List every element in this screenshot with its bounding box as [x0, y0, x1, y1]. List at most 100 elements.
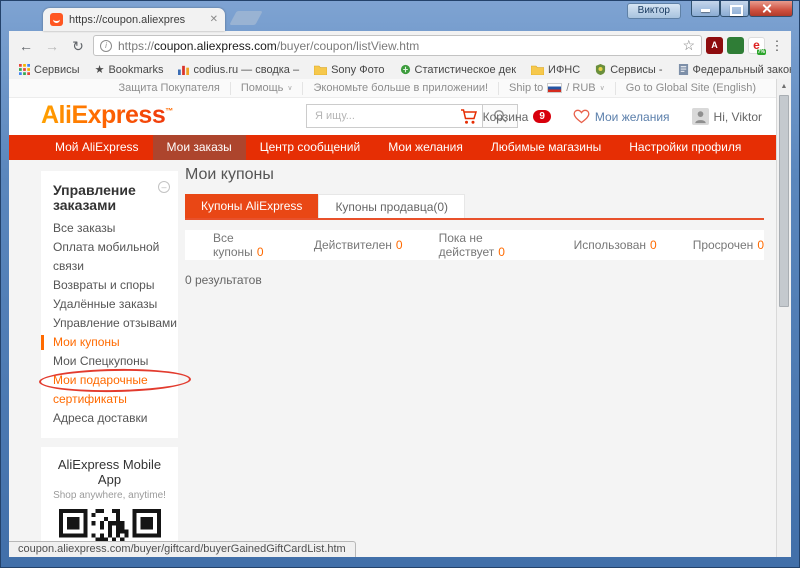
nav-my-aliexpress[interactable]: Мой AliExpress	[41, 135, 153, 160]
wishlist-link[interactable]: Мои желания	[573, 109, 670, 124]
bookmarks-bar: Сервисы ★ Bookmarks codius.ru — сводка –…	[9, 60, 791, 80]
search-input[interactable]	[306, 104, 482, 128]
new-tab-button[interactable]	[229, 11, 262, 25]
filter-label: Действителен	[314, 238, 392, 252]
filter-count: 0	[650, 238, 657, 252]
apps-grid-icon	[19, 64, 30, 75]
help-label: Помощь	[241, 82, 284, 95]
browser-tab[interactable]: https://coupon.aliexpres ✕	[43, 8, 225, 31]
adobe-extension-icon[interactable]: A	[706, 37, 723, 54]
filter-count: 0	[498, 245, 505, 259]
bookmark-label: Сервисы	[34, 64, 80, 76]
sidebar-item-deleted-orders[interactable]: Удалённые заказы	[41, 295, 178, 314]
extension-badge: 7%	[757, 49, 766, 55]
page-title: Мои купоны	[185, 166, 764, 184]
sidebar-item-refunds-disputes[interactable]: Возвраты и споры	[41, 276, 178, 295]
back-icon[interactable]: ←	[15, 36, 37, 56]
filter-valid[interactable]: Действителен 0	[314, 238, 403, 252]
nav-message-center[interactable]: Центр сообщений	[246, 135, 374, 160]
sidebar-item-mobile-topup[interactable]: Оплата мобильной связи	[41, 238, 178, 276]
cart-link[interactable]: Корзина 9	[460, 109, 551, 125]
browser-toolbar: ← → ↻ i https://coupon.aliexpress.com/bu…	[9, 31, 791, 60]
bookmark-federalny-zakon[interactable]: Федеральный закон	[678, 64, 792, 76]
sidebar: Управление заказами – Все заказы Оплата …	[41, 171, 178, 557]
tab-close-icon[interactable]: ✕	[210, 14, 218, 25]
scrollbar-up-icon[interactable]: ▲	[777, 79, 791, 94]
filter-count: 0	[257, 245, 264, 259]
bookmark-statistika[interactable]: Статистическое дек	[400, 64, 517, 76]
filter-expired[interactable]: Просрочен0	[693, 238, 764, 252]
sidebar-item-all-orders[interactable]: Все заказы	[41, 219, 178, 238]
results-count: 0 результатов	[185, 273, 764, 287]
url-host: coupon.aliexpress.com	[154, 39, 277, 53]
buyer-protection-link[interactable]: Защита Покупателя	[108, 82, 229, 95]
app-subtitle: Shop anywhere, anytime!	[47, 490, 172, 501]
bookmark-servisy[interactable]: Сервисы	[19, 64, 80, 76]
chrome-menu-icon[interactable]: ⋮	[769, 38, 785, 54]
scrollbar-thumb[interactable]	[779, 95, 789, 307]
bookmark-label: Сервисы -	[610, 64, 662, 76]
filter-label: Использован	[574, 238, 646, 252]
maximize-button[interactable]	[720, 1, 749, 17]
sidebar-item-shipping-address[interactable]: Адреса доставки	[41, 409, 178, 428]
header-right: Корзина 9 Мои желания Hi, Viktor	[460, 98, 762, 135]
cart-count-badge: 9	[533, 110, 551, 123]
bookmark-sony-foto[interactable]: Sony Фото	[314, 64, 384, 76]
filter-label: Просрочен	[693, 238, 754, 252]
bookmark-ifns[interactable]: ИФНС	[531, 64, 580, 76]
green-extension-icon[interactable]	[727, 37, 744, 54]
sidebar-item-gift-cards[interactable]: Мои подарочные сертификаты	[41, 371, 178, 409]
tab-seller-coupons[interactable]: Купоны продавца(0)	[318, 194, 465, 218]
avatar-icon	[692, 108, 709, 125]
bookmark-bookmarks[interactable]: ★ Bookmarks	[95, 63, 164, 76]
address-bar[interactable]: i https://coupon.aliexpress.com/buyer/co…	[93, 35, 702, 56]
chrome-profile-button[interactable]: Виктор	[627, 3, 681, 19]
sidebar-item-special-coupons[interactable]: Мои Спецкупоны	[41, 352, 178, 371]
discount-extension-icon[interactable]: e7%	[748, 37, 765, 54]
filter-not-yet-active[interactable]: Пока не действует0	[439, 231, 538, 259]
nav-favorite-stores[interactable]: Любимые магазины	[477, 135, 615, 160]
document-icon	[678, 64, 689, 75]
aliexpress-favicon-icon	[50, 13, 63, 26]
logo-tm: ™	[165, 107, 173, 116]
url-path: /buyer/coupon/listView.htm	[277, 39, 420, 53]
global-site-link[interactable]: Go to Global Site (English)	[615, 82, 766, 95]
collapse-icon[interactable]: –	[158, 181, 170, 193]
order-management-panel: Управление заказами – Все заказы Оплата …	[41, 171, 178, 438]
page-info-icon[interactable]: i	[100, 40, 112, 52]
filter-used[interactable]: Использован 0	[574, 238, 657, 252]
cart-label: Корзина	[483, 110, 529, 124]
account-menu[interactable]: Hi, Viktor	[692, 108, 762, 125]
logo-text: AliExpress	[41, 101, 165, 129]
forward-icon[interactable]: →	[41, 36, 63, 56]
site-body: Управление заказами – Все заказы Оплата …	[9, 160, 776, 557]
emblem-icon	[595, 64, 606, 75]
aliexpress-page: Защита Покупателя Помощь∨ Экономьте боль…	[9, 79, 776, 557]
browser-scrollbar[interactable]: ▲	[776, 79, 791, 557]
gift-cards-label: Мои подарочные сертификаты	[53, 373, 148, 406]
minimize-button[interactable]	[691, 1, 720, 17]
app-promo-link[interactable]: Экономьте больше в приложении!	[302, 82, 498, 95]
close-button[interactable]	[749, 1, 793, 17]
reload-icon[interactable]: ↻	[67, 36, 89, 56]
nav-wishlist[interactable]: Мои желания	[374, 135, 477, 160]
filter-count: 0	[396, 238, 403, 252]
bookmark-codius[interactable]: codius.ru — сводка –	[178, 64, 299, 76]
nav-my-orders[interactable]: Мои заказы	[153, 135, 246, 160]
aliexpress-logo[interactable]: AliExpress™	[41, 101, 173, 130]
filter-all-coupons[interactable]: Все купоны0	[213, 231, 278, 259]
sidebar-item-feedback[interactable]: Управление отзывами	[41, 314, 178, 333]
ship-to-label: Ship to	[509, 82, 543, 95]
cart-icon	[460, 109, 478, 125]
app-promo-label: Экономьте больше в приложении!	[313, 82, 488, 95]
tab-aliexpress-coupons[interactable]: Купоны AliExpress	[185, 194, 318, 218]
bookmark-this-page-icon[interactable]: ☆	[682, 37, 695, 54]
chevron-down-icon: ∨	[600, 82, 605, 95]
status-bar: coupon.aliexpress.com/buyer/giftcard/buy…	[9, 541, 356, 557]
ship-to-selector[interactable]: Ship to/ RUB∨	[498, 82, 615, 95]
sidebar-item-my-coupons[interactable]: Мои купоны	[41, 333, 178, 352]
bookmark-servisy-2[interactable]: Сервисы -	[595, 64, 662, 76]
nav-profile-settings[interactable]: Настройки профиля	[615, 135, 755, 160]
help-menu[interactable]: Помощь∨	[230, 82, 303, 95]
filter-count: 0	[757, 238, 764, 252]
